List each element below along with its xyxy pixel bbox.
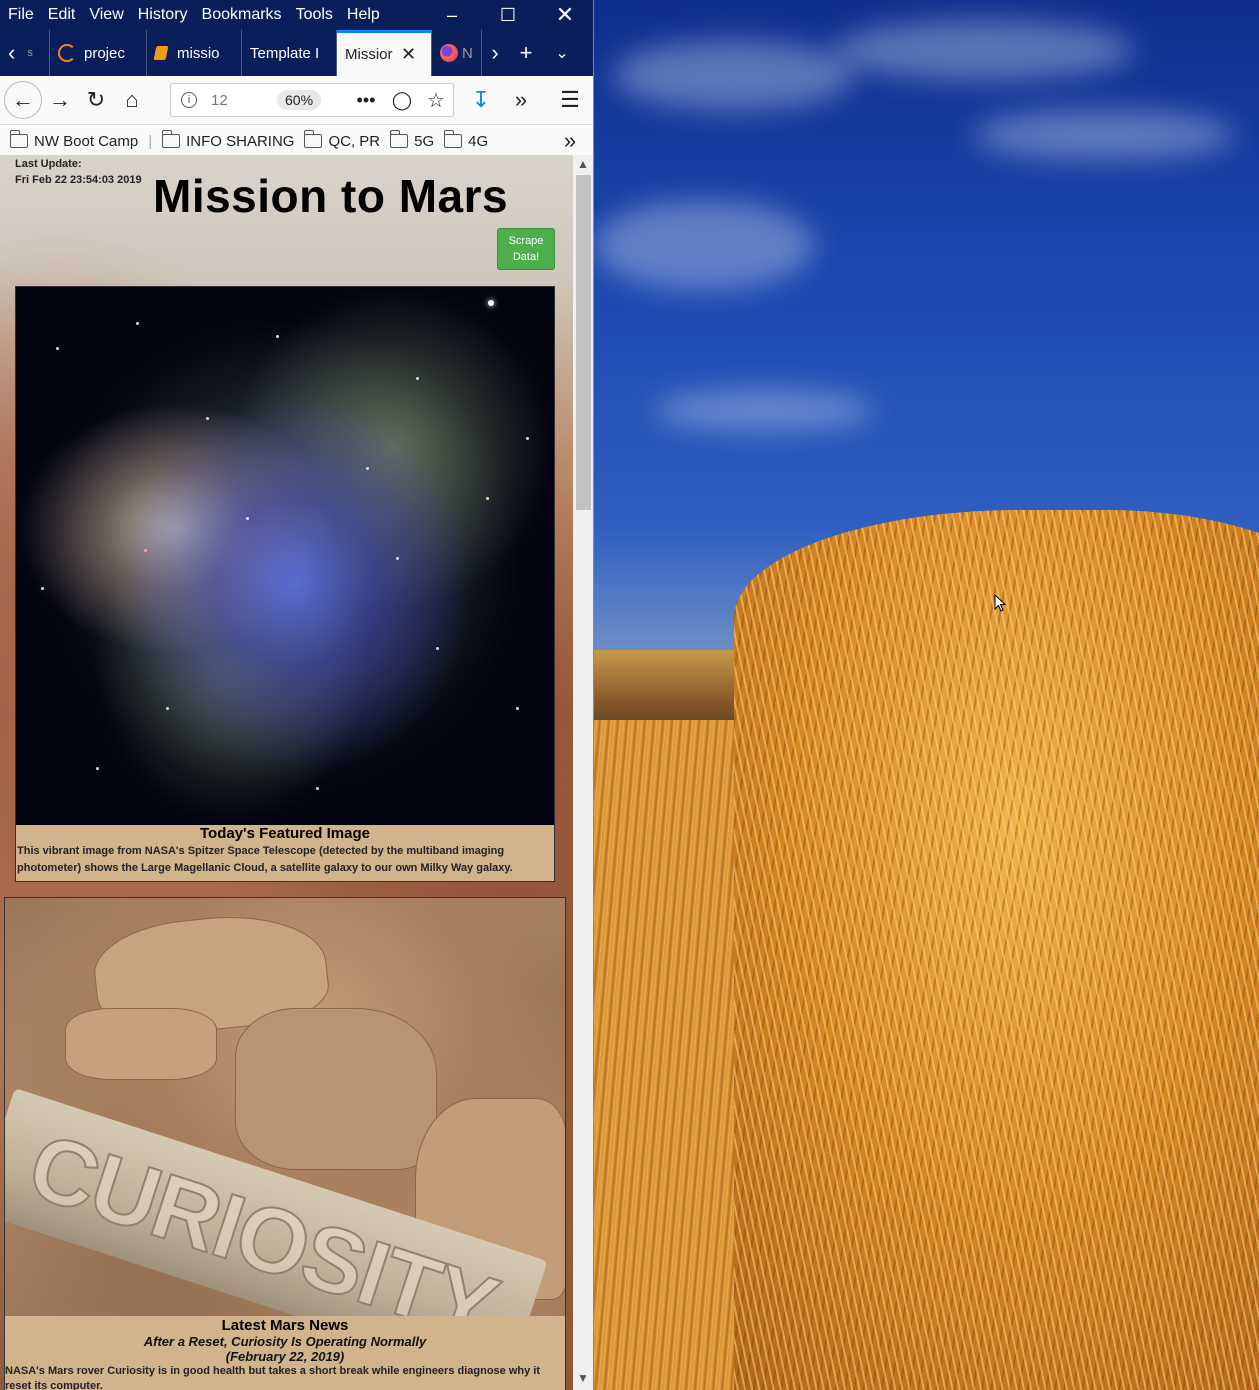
news-body: NASA's Mars rover Curiosity is in good h… <box>5 1365 541 1390</box>
downloads-icon[interactable]: ↧ <box>463 82 499 118</box>
tab-label: Missior <box>345 46 393 63</box>
featured-caption: Today's Featured Image This vibrant imag… <box>16 825 554 877</box>
page-actions-icon[interactable]: ••• <box>348 82 384 118</box>
close-tab-icon[interactable]: ✕ <box>401 44 416 65</box>
menu-help[interactable]: Help <box>341 6 386 24</box>
news-headline: After a Reset, Curiosity Is Operating No… <box>143 1334 427 1349</box>
news-caption: Latest Mars News After a Reset, Curiosit… <box>5 1318 565 1390</box>
bookmark-folder-qc-pr[interactable]: QC, PR <box>303 130 381 150</box>
news-section-title: Latest Mars News <box>221 1317 349 1334</box>
bookmark-folder-info-sharing[interactable]: INFO SHARING <box>161 130 295 150</box>
menu-tools[interactable]: Tools <box>290 6 339 24</box>
tab-template[interactable]: Template I <box>242 30 337 76</box>
minimize-icon[interactable]: – <box>424 0 480 30</box>
browser-window: File Edit View History Bookmarks Tools H… <box>0 0 594 1390</box>
reload-icon[interactable]: ↻ <box>78 82 114 118</box>
menu-history[interactable]: History <box>132 6 194 24</box>
new-tab-icon[interactable]: + <box>508 35 544 71</box>
folder-icon <box>303 130 323 148</box>
scrape-data-button[interactable]: Scrape Data! <box>497 228 555 270</box>
last-update-value: Fri Feb 22 23:54:03 2019 <box>15 174 142 186</box>
overflow-menu-icon[interactable]: » <box>503 82 539 118</box>
tab-bar: ‹ s projec missio Template I Missior ✕ N … <box>0 30 593 76</box>
navigation-toolbar: ← → ↻ ⌂ i 12 60% ••• ◯ ☆ ↧ » ☰ <box>0 76 593 125</box>
bookmark-label: INFO SHARING <box>186 132 295 150</box>
bookmark-star-icon[interactable]: ☆ <box>418 82 454 118</box>
tab-mission-notebook[interactable]: missio <box>147 30 242 76</box>
menu-edit[interactable]: Edit <box>42 6 82 24</box>
news-date: (February 22, 2019) <box>225 1349 345 1364</box>
menu-bookmarks[interactable]: Bookmarks <box>196 6 288 24</box>
mars-rover-image[interactable]: CURIOSITY <box>5 898 565 1316</box>
hamburger-menu-icon[interactable]: ☰ <box>552 82 588 118</box>
folder-icon <box>389 130 409 148</box>
pocket-icon[interactable]: ◯ <box>384 82 420 118</box>
close-window-icon[interactable]: ✕ <box>537 0 593 30</box>
bookmark-folder-nw-boot-camp[interactable]: NW Boot Camp <box>9 130 139 150</box>
scrollbar-thumb[interactable] <box>576 175 591 510</box>
menu-view[interactable]: View <box>83 6 129 24</box>
bookmarks-toolbar: NW Boot Camp | INFO SHARING QC, PR 5G 4G… <box>0 125 593 158</box>
list-all-tabs-icon[interactable]: ⌄ <box>544 35 580 71</box>
bookmark-folder-4g[interactable]: 4G <box>443 130 489 150</box>
zoom-level-indicator[interactable]: 60% <box>277 90 322 110</box>
tab-scroll-right-icon[interactable]: › <box>482 35 508 71</box>
bookmark-label: NW Boot Camp <box>34 132 139 150</box>
last-update: Last Update: Fri Feb 22 23:54:03 2019 <box>15 156 142 188</box>
bookmark-separator: | <box>148 132 153 150</box>
bookmark-label: 5G <box>414 132 435 150</box>
featured-image-card: Today's Featured Image This vibrant imag… <box>15 286 555 882</box>
featured-description: This vibrant image from NASA's Spitzer S… <box>17 845 513 874</box>
tab-firefox[interactable]: N <box>432 30 482 76</box>
menu-file[interactable]: File <box>2 6 40 24</box>
desktop-wallpaper <box>594 0 1259 1390</box>
page-scrollbar[interactable]: ▲ ▼ <box>573 155 593 1390</box>
hay-bale-image <box>734 510 1259 1390</box>
bookmark-folder-5g[interactable]: 5G <box>389 130 435 150</box>
maximize-icon[interactable]: ☐ <box>480 0 536 30</box>
folder-icon <box>443 130 463 148</box>
tab-scroll-left-icon[interactable]: ‹ s <box>0 30 50 76</box>
firefox-icon <box>440 44 458 62</box>
tab-label: N <box>462 44 473 62</box>
tab-project[interactable]: projec <box>50 30 147 76</box>
mouse-cursor-icon <box>994 594 1006 612</box>
tab-label: projec <box>84 44 125 62</box>
last-update-label: Last Update: <box>15 158 82 170</box>
scroll-down-icon[interactable]: ▼ <box>577 1371 589 1385</box>
folder-icon <box>9 130 28 148</box>
back-icon[interactable]: ← <box>4 81 42 119</box>
page-content: Last Update: Fri Feb 22 23:54:03 2019 Mi… <box>0 155 573 1390</box>
site-info-icon[interactable]: i <box>181 92 197 108</box>
tab-label: Template I <box>250 44 320 62</box>
featured-galaxy-image[interactable] <box>16 287 554 825</box>
url-text[interactable]: 12 <box>211 92 228 109</box>
bookmark-label: 4G <box>468 132 489 150</box>
scroll-up-icon[interactable]: ▲ <box>577 157 589 171</box>
latest-news-card: CURIOSITY Latest Mars News After a Reset… <box>4 897 566 1390</box>
home-icon[interactable]: ⌂ <box>114 82 150 118</box>
more-bookmarks-icon[interactable]: » <box>552 123 588 159</box>
page-title: Mission to Mars <box>153 170 509 222</box>
tab-mission-to-mars[interactable]: Missior ✕ <box>337 30 432 76</box>
spinner-icon <box>58 44 76 62</box>
notebook-icon <box>153 46 169 60</box>
featured-title: Today's Featured Image <box>199 825 370 842</box>
bookmark-label: QC, PR <box>328 132 381 150</box>
forward-icon[interactable]: → <box>42 82 78 118</box>
menu-bar: File Edit View History Bookmarks Tools H… <box>0 0 593 30</box>
folder-icon <box>161 130 181 148</box>
tab-label: missio <box>177 44 220 62</box>
